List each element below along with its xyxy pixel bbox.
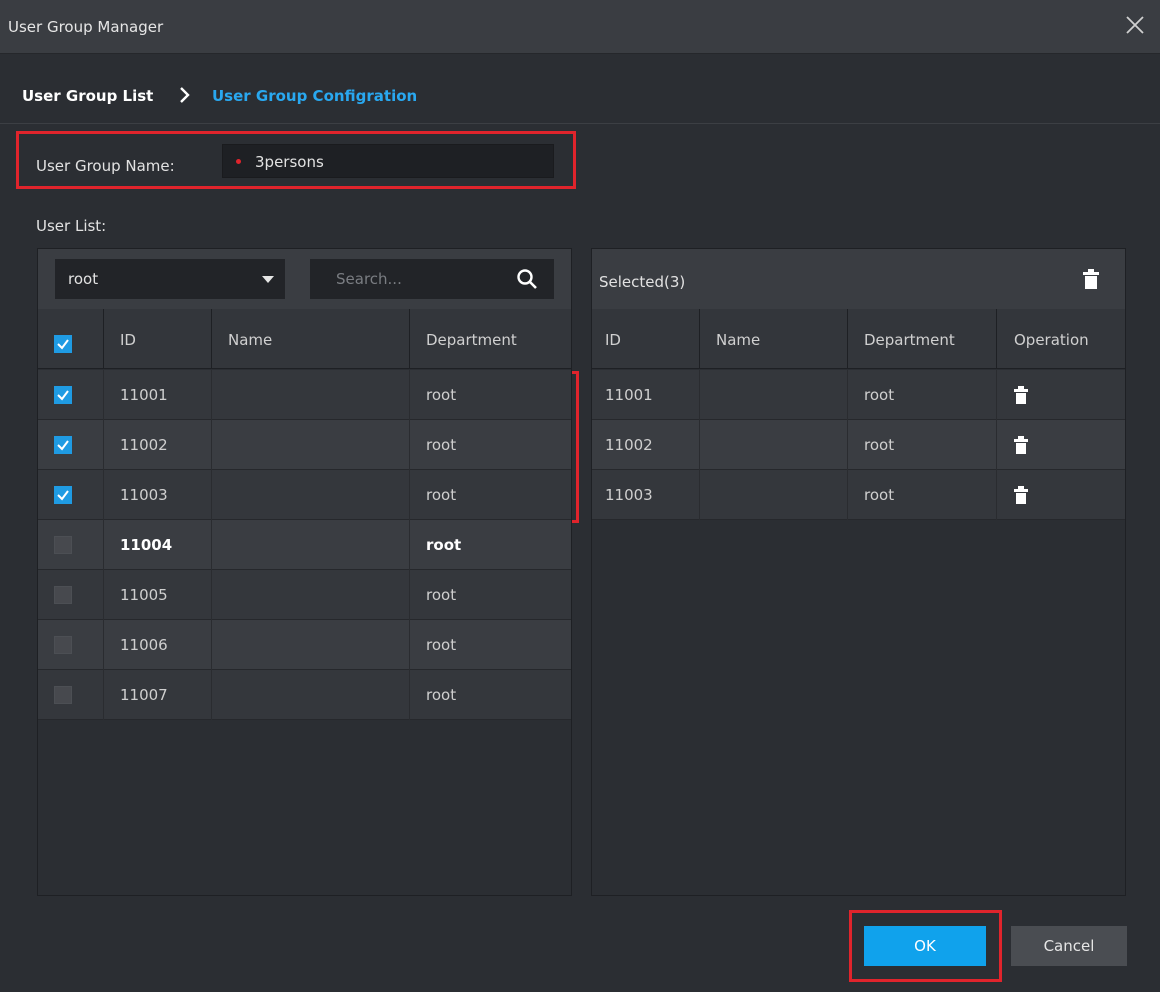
checkbox-cell: [38, 670, 104, 720]
checkbox-cell: [38, 470, 104, 520]
id-cell: 11006: [104, 620, 212, 670]
chevron-right-icon: [180, 87, 190, 103]
selected-count-title: Selected(3): [599, 273, 686, 291]
header-operation: Operation: [1014, 331, 1089, 349]
department-cell: root: [426, 386, 457, 404]
trash-icon[interactable]: [1014, 486, 1028, 504]
cancel-button[interactable]: Cancel: [1011, 926, 1127, 966]
user-table-header: ID Name Department: [38, 309, 571, 369]
row-checkbox[interactable]: [54, 536, 72, 554]
header-name[interactable]: Name: [212, 309, 410, 369]
breadcrumb-user-group-configuration: User Group Configration: [212, 87, 418, 105]
department-cell: root: [426, 486, 457, 504]
user-list-panel: root ID Name Department 11001 root 11002 ro…: [37, 248, 572, 896]
name-cell: [700, 470, 848, 520]
user-group-name-value: 3persons: [255, 153, 324, 171]
header-department[interactable]: Department: [848, 309, 997, 369]
id-cell: 11004: [104, 520, 212, 570]
trash-icon[interactable]: [1014, 386, 1028, 404]
table-row[interactable]: 11004 root: [38, 520, 571, 570]
checkbox-cell: [38, 570, 104, 620]
trash-icon[interactable]: [1014, 436, 1028, 454]
checkbox-cell: [38, 620, 104, 670]
header-department[interactable]: Department: [410, 309, 571, 369]
name-cell: [212, 370, 410, 420]
table-row[interactable]: 11003 root: [592, 470, 1125, 520]
selected-toolbar: Selected(3): [592, 249, 1125, 309]
table-row[interactable]: 11006 root: [38, 620, 571, 670]
selected-table-header: ID Name Department Operation: [592, 309, 1125, 369]
name-cell: [212, 570, 410, 620]
id-cell: 11003: [592, 470, 700, 520]
selected-users-panel: Selected(3) ID Name Department Operation…: [591, 248, 1126, 896]
table-row[interactable]: 11005 root: [38, 570, 571, 620]
header-id[interactable]: ID: [104, 309, 212, 369]
row-checkbox[interactable]: [54, 436, 72, 454]
department-cell: root: [848, 420, 997, 470]
search-box: [310, 259, 554, 299]
name-cell: [212, 520, 410, 570]
select-all-checkbox[interactable]: [54, 335, 72, 353]
title-bar: User Group Manager: [0, 0, 1160, 54]
table-row[interactable]: 11001 root: [38, 370, 571, 420]
header-select-all-cell: [38, 309, 104, 369]
id-cell: 11001: [104, 370, 212, 420]
header-id[interactable]: ID: [592, 309, 700, 369]
row-checkbox[interactable]: [54, 586, 72, 604]
department-cell: root: [426, 586, 457, 604]
row-checkbox[interactable]: [54, 486, 72, 504]
department-cell: root: [426, 436, 457, 454]
name-cell: [700, 420, 848, 470]
checkbox-cell: [38, 520, 104, 570]
id-cell: 11007: [104, 670, 212, 720]
breadcrumb-user-group-list[interactable]: User Group List: [22, 87, 153, 105]
breadcrumb: User Group List User Group Configration: [0, 54, 1160, 124]
search-icon[interactable]: [516, 268, 538, 290]
row-checkbox[interactable]: [54, 686, 72, 704]
delete-all-trash-icon[interactable]: [1083, 269, 1099, 289]
dropdown-caret-icon: [262, 276, 274, 283]
department-select-value: root: [68, 270, 99, 288]
name-cell: [212, 420, 410, 470]
operation-cell: [997, 370, 1125, 420]
department-select[interactable]: root: [55, 259, 285, 299]
department-cell: root: [426, 636, 457, 654]
id-cell: 11001: [592, 370, 700, 420]
user-group-name-field[interactable]: 3persons: [222, 144, 554, 178]
id-cell: 11002: [592, 420, 700, 470]
id-cell: 11002: [104, 420, 212, 470]
table-row[interactable]: 11007 root: [38, 670, 571, 720]
operation-cell: [997, 470, 1125, 520]
table-row[interactable]: 11003 root: [38, 470, 571, 520]
department-cell: root: [848, 470, 997, 520]
user-group-name-label: User Group Name:: [36, 157, 175, 175]
department-cell: root: [426, 536, 462, 554]
user-list-toolbar: root: [38, 249, 571, 309]
name-cell: [212, 470, 410, 520]
id-cell: 11005: [104, 570, 212, 620]
name-cell: [700, 370, 848, 420]
close-icon[interactable]: [1124, 14, 1146, 36]
department-cell: root: [426, 686, 457, 704]
row-checkbox[interactable]: [54, 386, 72, 404]
checkbox-cell: [38, 420, 104, 470]
table-row[interactable]: 11001 root: [592, 370, 1125, 420]
required-indicator: [236, 159, 241, 164]
user-list-label: User List:: [36, 217, 107, 235]
checkbox-cell: [38, 370, 104, 420]
search-input[interactable]: [310, 259, 510, 299]
name-cell: [212, 670, 410, 720]
department-cell: root: [848, 370, 997, 420]
window-title: User Group Manager: [8, 18, 164, 36]
ok-button[interactable]: OK: [864, 926, 986, 966]
table-row[interactable]: 11002 root: [38, 420, 571, 470]
table-row[interactable]: 11002 root: [592, 420, 1125, 470]
header-name[interactable]: Name: [700, 309, 848, 369]
operation-cell: [997, 420, 1125, 470]
row-checkbox[interactable]: [54, 636, 72, 654]
id-cell: 11003: [104, 470, 212, 520]
name-cell: [212, 620, 410, 670]
